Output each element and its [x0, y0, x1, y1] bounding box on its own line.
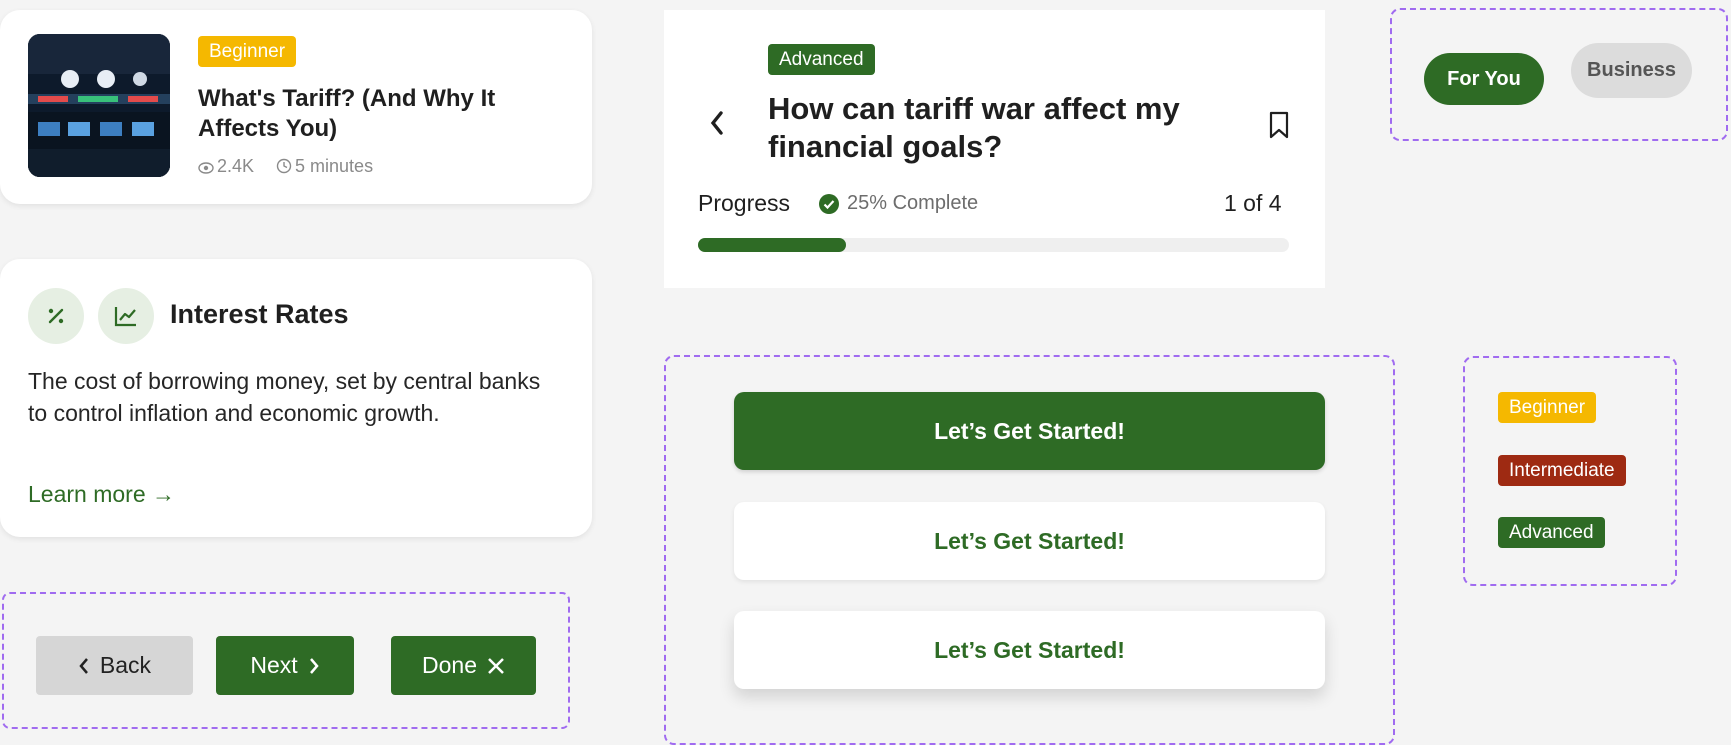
- progress-bar-fill: [698, 238, 846, 252]
- article-thumbnail: [28, 34, 170, 177]
- chevron-left-icon: [79, 657, 88, 674]
- clock-icon: [276, 158, 292, 174]
- badge-intermediate-wrap: Intermediate: [1498, 455, 1626, 486]
- chart-icon-circle: [98, 288, 154, 344]
- eye-icon: [198, 162, 214, 174]
- tab-business[interactable]: Business: [1571, 43, 1692, 98]
- next-label: Next: [250, 652, 298, 678]
- back-label: Back: [99, 652, 152, 678]
- badge-advanced-wrap: Advanced: [1498, 517, 1605, 548]
- advanced-badge: Advanced: [1498, 517, 1605, 548]
- percent-icon-circle: [28, 288, 84, 344]
- back-button[interactable]: Back: [36, 636, 193, 695]
- next-button[interactable]: Next: [216, 636, 354, 695]
- beginner-badge: Beginner: [1498, 392, 1597, 423]
- done-button[interactable]: Done: [391, 636, 536, 695]
- chevron-left-icon: [710, 111, 723, 135]
- progress-complete: 25% Complete: [818, 192, 978, 215]
- percent-icon: [48, 308, 64, 324]
- chevron-right-icon: [309, 657, 319, 674]
- get-started-secondary-button[interactable]: Let’s Get Started!: [734, 502, 1325, 580]
- progress-label: Progress: [698, 190, 791, 216]
- views-count: 2.4K: [217, 156, 255, 176]
- interest-rates-description: The cost of borrowing money, set by cent…: [28, 368, 541, 426]
- article-meta: 2.4K 5 minutes: [198, 156, 373, 177]
- advanced-badge: Advanced: [768, 44, 875, 75]
- get-started-tertiary-button[interactable]: Let’s Get Started!: [734, 611, 1325, 689]
- duration-text: 5 minutes: [295, 156, 374, 176]
- article-title[interactable]: What's Tariff? (And Why It Affects You): [198, 84, 538, 144]
- done-label: Done: [422, 652, 477, 678]
- line-chart-icon: [114, 307, 136, 327]
- complete-text: 25% Complete: [847, 192, 979, 214]
- get-started-primary-button[interactable]: Let’s Get Started!: [734, 392, 1325, 470]
- duration-stat: 5 minutes: [276, 156, 373, 177]
- back-arrow-button[interactable]: [708, 110, 732, 140]
- check-circle-icon: [819, 193, 839, 214]
- bookmark-icon: [1269, 111, 1289, 139]
- beginner-badge: Beginner: [198, 36, 297, 67]
- step-counter: 1 of 4: [1224, 190, 1282, 216]
- close-icon: [488, 657, 504, 674]
- tab-for-you[interactable]: For You: [1424, 53, 1544, 105]
- progress-bar: [698, 238, 1289, 252]
- learn-more-link[interactable]: Learn more →: [28, 481, 175, 508]
- intermediate-badge: Intermediate: [1498, 455, 1626, 486]
- lesson-level-badge: Advanced: [768, 44, 875, 75]
- article-level-badge: Beginner: [198, 36, 297, 67]
- interest-rates-title: Interest Rates: [170, 299, 349, 329]
- views-stat: 2.4K: [198, 156, 254, 177]
- lesson-title: How can tariff war affect my financial g…: [768, 91, 1180, 164]
- badge-beginner-wrap: Beginner: [1498, 392, 1597, 423]
- bookmark-button[interactable]: [1268, 110, 1292, 142]
